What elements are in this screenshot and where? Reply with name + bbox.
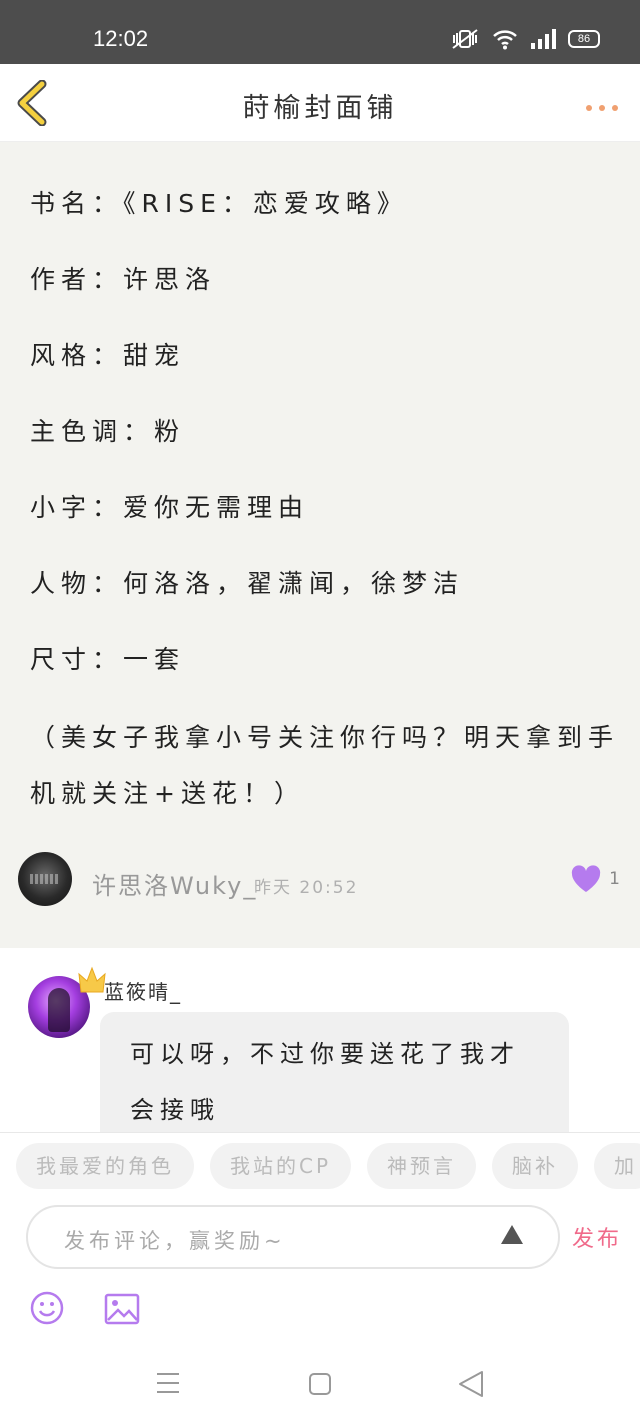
post-line-style: 风格：甜宠 bbox=[30, 341, 186, 370]
post-line-author: 作者：许思洛 bbox=[30, 265, 217, 294]
page-title: 莳榆封面铺 bbox=[242, 93, 398, 124]
status-icons: 86 bbox=[450, 24, 600, 54]
tag-chips: 我最爱的角色 我站的CP 神预言 脑补 加 bbox=[16, 1143, 640, 1189]
heart-icon[interactable] bbox=[570, 864, 602, 894]
crown-icon bbox=[78, 966, 106, 996]
reply-username[interactable]: 蓝筱晴_ bbox=[104, 976, 182, 1005]
battery-icon: 86 bbox=[568, 30, 600, 48]
author-avatar[interactable] bbox=[18, 852, 72, 906]
system-nav-bar bbox=[0, 1232, 640, 1422]
wifi-icon bbox=[492, 28, 518, 50]
status-time: 12:02 bbox=[93, 26, 149, 51]
tag-chip[interactable]: 脑补 bbox=[492, 1143, 579, 1189]
menu-icon[interactable] bbox=[156, 1372, 180, 1394]
post-card: 书名：《RISE：恋爱攻略》 作者：许思洛 风格：甜宠 主色调：粉 小字：爱你无… bbox=[0, 142, 640, 948]
status-bar: 12:02 86 bbox=[0, 0, 640, 64]
back-triangle-icon[interactable] bbox=[458, 1370, 484, 1398]
post-line-main-color: 主色调：粉 bbox=[30, 417, 186, 446]
tag-chip[interactable]: 神预言 bbox=[367, 1143, 477, 1189]
more-icon[interactable] bbox=[584, 98, 620, 111]
post-line-note-1: （美女子我拿小号关注你行吗？明天拿到手 bbox=[30, 723, 620, 752]
reply-text-line-2: 会接哦 bbox=[130, 1096, 220, 1124]
post-line-size: 尺寸：一套 bbox=[30, 645, 186, 674]
post-meta: 许思洛Wuky_ 昨天 20:52 1 bbox=[18, 852, 622, 908]
post-time: 昨天 20:52 bbox=[254, 878, 359, 898]
like-count: 1 bbox=[609, 869, 620, 889]
post-line-note-2: 机就关注+送花！） bbox=[30, 779, 305, 808]
signal-icon bbox=[530, 28, 556, 50]
post-line-small-text: 小字：爱你无需理由 bbox=[30, 493, 310, 522]
tag-chip[interactable]: 加 bbox=[594, 1143, 640, 1189]
post-line-book-title: 书名：《RISE：恋爱攻略》 bbox=[30, 189, 408, 218]
post-line-characters: 人物：何洛洛，翟潇闻，徐梦洁 bbox=[30, 569, 465, 598]
reply-bubble: 可以呀，不过你要送花了我才 会接哦 bbox=[100, 1012, 569, 1132]
reply-item: 蓝筱晴_ 可以呀，不过你要送花了我才 会接哦 bbox=[0, 948, 640, 1132]
home-icon[interactable] bbox=[308, 1372, 332, 1396]
reply-text-line-1: 可以呀，不过你要送花了我才 bbox=[130, 1040, 520, 1068]
author-name[interactable]: 许思洛Wuky_ bbox=[92, 866, 257, 901]
tag-chip[interactable]: 我最爱的角色 bbox=[16, 1143, 194, 1189]
mute-vibrate-icon bbox=[450, 28, 480, 50]
nav-bar: 莳榆封面铺 bbox=[0, 64, 640, 142]
tag-chip[interactable]: 我站的CP bbox=[210, 1143, 352, 1189]
